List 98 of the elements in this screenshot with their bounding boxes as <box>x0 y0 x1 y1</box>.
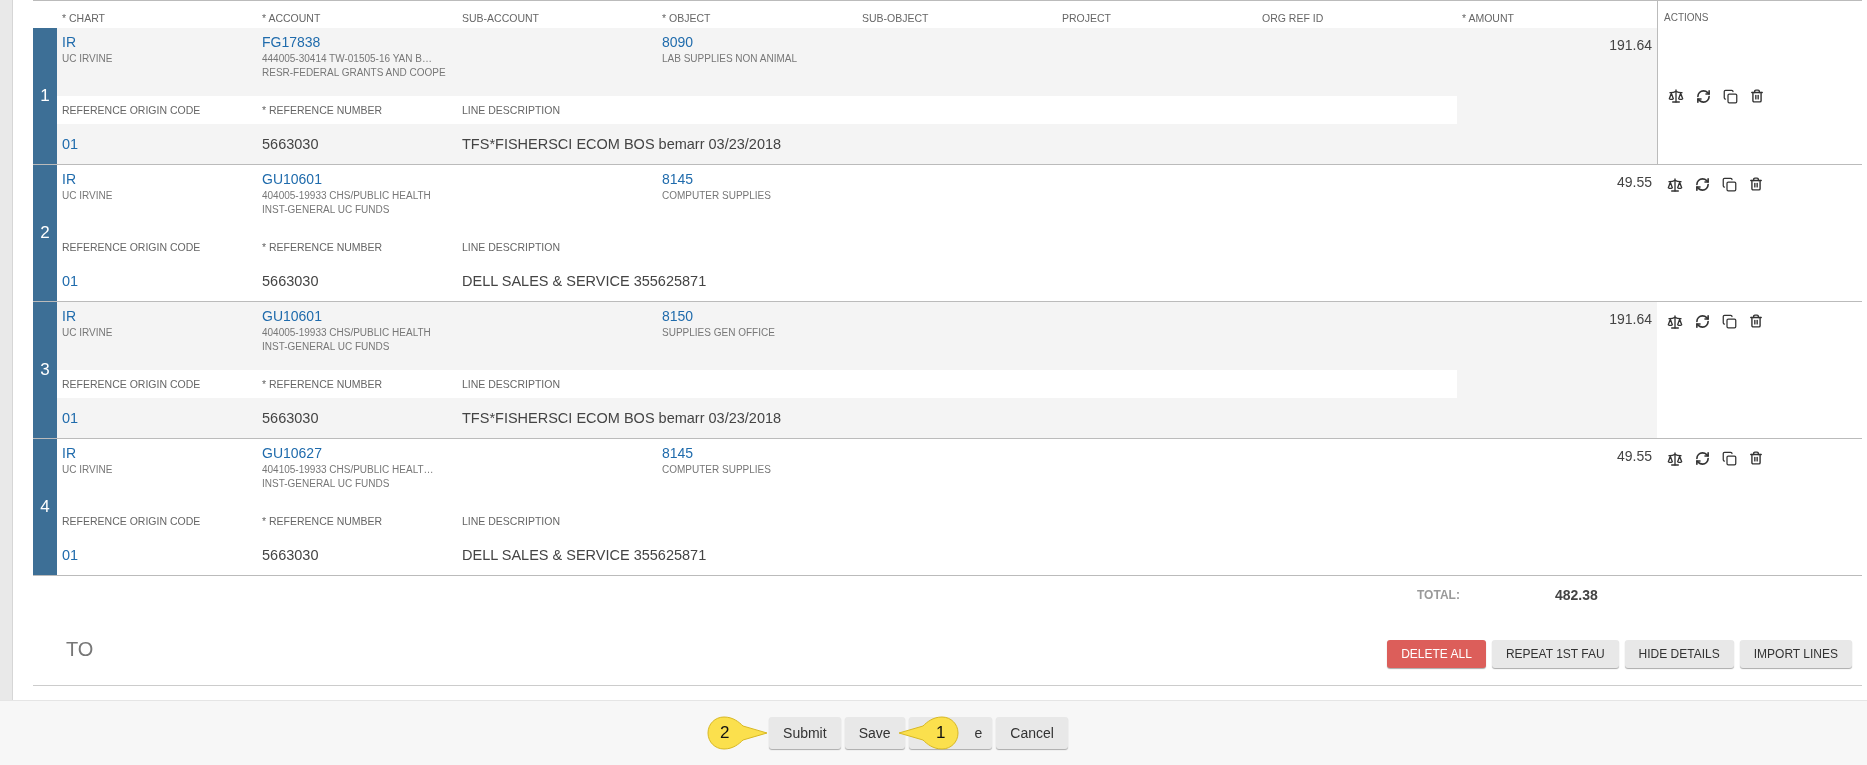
copy-icon[interactable] <box>1722 314 1737 329</box>
object-code[interactable]: 8150 <box>662 308 852 324</box>
account-code[interactable]: FG17838 <box>262 34 452 50</box>
field-label: * REFERENCE NUMBER <box>262 104 384 116</box>
action-button[interactable]: REPEAT 1ST FAU <box>1491 639 1619 668</box>
field-label: REFERENCE ORIGIN CODE <box>62 241 202 253</box>
scale-icon[interactable] <box>1667 177 1683 193</box>
section-title: TO <box>66 638 94 661</box>
line-description: DELL SALES & SERVICE 355625871 <box>462 547 708 563</box>
amount-value: 191.64 <box>1608 36 1653 53</box>
trash-icon[interactable] <box>1750 89 1764 103</box>
field-label: REFERENCE ORIGIN CODE <box>62 515 202 527</box>
chart-name: UC IRVINE <box>62 464 114 475</box>
line-description: TFS*FISHERSCI ECOM BOS bemarr 03/23/2018 <box>462 136 783 152</box>
column-header: * ACCOUNT <box>261 11 322 26</box>
object-name: COMPUTER SUPPLIES <box>662 190 772 201</box>
chart-code[interactable]: IR <box>62 171 252 187</box>
object-code[interactable]: 8145 <box>662 171 852 187</box>
reference-number: 5663030 <box>262 273 320 289</box>
line-description: DELL SALES & SERVICE 355625871 <box>462 273 708 289</box>
reference-number: 5663030 <box>262 547 320 563</box>
amount-value: 191.64 <box>1608 310 1653 327</box>
field-label: REFERENCE ORIGIN CODE <box>62 104 202 116</box>
object-code[interactable]: 8145 <box>662 445 852 461</box>
reference-origin-code[interactable]: 01 <box>62 136 262 152</box>
refresh-icon[interactable] <box>1696 88 1711 104</box>
column-header: PROJECT <box>1061 11 1112 26</box>
reference-number: 5663030 <box>262 136 320 152</box>
field-label: LINE DESCRIPTION <box>462 104 562 116</box>
footer-button[interactable]: Cancel <box>996 717 1068 749</box>
line-number: 2 <box>33 165 57 301</box>
field-label: * REFERENCE NUMBER <box>262 241 384 253</box>
copy-icon[interactable] <box>1722 451 1737 466</box>
object-name: SUPPLIES GEN OFFICE <box>662 327 776 338</box>
field-label: LINE DESCRIPTION <box>462 378 562 390</box>
chart-name: UC IRVINE <box>62 190 114 201</box>
reference-origin-code[interactable]: 01 <box>62 547 262 563</box>
callout-pointer <box>897 716 960 750</box>
column-header: ORG REF ID <box>1261 11 1325 26</box>
account-description: INST-GENERAL UC FUNDS <box>262 478 391 489</box>
account-description: 404005-19933 CHS/PUBLIC HEALTH <box>262 190 432 201</box>
account-description: 404005-19933 CHS/PUBLIC HEALTH <box>262 327 432 338</box>
chart-code[interactable]: IR <box>62 308 252 324</box>
footer-button[interactable]: Save <box>844 717 905 749</box>
refresh-icon[interactable] <box>1695 451 1710 466</box>
trash-icon[interactable] <box>1749 451 1763 465</box>
trash-icon[interactable] <box>1749 314 1763 328</box>
field-label: * REFERENCE NUMBER <box>262 515 384 527</box>
column-header: * OBJECT <box>661 11 712 26</box>
delete-all-button[interactable]: DELETE ALL <box>1387 639 1486 668</box>
amount-value: 49.55 <box>1615 173 1653 190</box>
column-header: * AMOUNT <box>1461 11 1515 26</box>
field-label: LINE DESCRIPTION <box>462 241 562 253</box>
field-label: LINE DESCRIPTION <box>462 515 562 527</box>
account-description: RESR-FEDERAL GRANTS AND COOPE <box>262 67 447 78</box>
reference-number: 5663030 <box>262 410 320 426</box>
reference-origin-code[interactable]: 01 <box>62 410 262 426</box>
line-number: 1 <box>33 28 57 164</box>
trash-icon[interactable] <box>1749 177 1763 191</box>
chart-code[interactable]: IR <box>62 34 252 50</box>
chart-name: UC IRVINE <box>62 327 114 338</box>
scale-icon[interactable] <box>1667 314 1683 330</box>
account-description: 444005-30414 TW-01505-16 YAN B… <box>262 53 433 64</box>
object-code[interactable]: 8090 <box>662 34 852 50</box>
refresh-icon[interactable] <box>1695 314 1710 329</box>
account-description: INST-GENERAL UC FUNDS <box>262 204 391 215</box>
reference-origin-code[interactable]: 01 <box>62 273 262 289</box>
copy-icon[interactable] <box>1723 88 1738 104</box>
action-button[interactable]: HIDE DETAILS <box>1624 639 1734 668</box>
column-header: SUB-OBJECT <box>861 11 930 26</box>
field-label: * REFERENCE NUMBER <box>262 378 384 390</box>
chart-code[interactable]: IR <box>62 445 252 461</box>
field-label: REFERENCE ORIGIN CODE <box>62 378 202 390</box>
chart-name: UC IRVINE <box>62 53 114 64</box>
line-number: 4 <box>33 439 57 575</box>
total-value: 482.38 <box>1554 587 1598 603</box>
object-name: COMPUTER SUPPLIES <box>662 464 772 475</box>
callout-number: 1 <box>936 723 946 743</box>
account-code[interactable]: GU10601 <box>262 308 452 324</box>
account-description: INST-GENERAL UC FUNDS <box>262 341 391 352</box>
line-number: 3 <box>33 302 57 438</box>
callout-pointer <box>707 716 770 750</box>
callout-number: 2 <box>720 723 730 743</box>
action-button[interactable]: IMPORT LINES <box>1739 639 1852 668</box>
scale-icon[interactable] <box>1667 451 1683 467</box>
amount-value: 49.55 <box>1615 447 1653 464</box>
scale-icon[interactable] <box>1668 88 1684 104</box>
copy-icon[interactable] <box>1722 177 1737 192</box>
footer-button[interactable]: Submit <box>769 717 841 749</box>
object-name: LAB SUPPLIES NON ANIMAL <box>662 53 799 64</box>
refresh-icon[interactable] <box>1695 177 1710 192</box>
column-header: SUB-ACCOUNT <box>461 11 540 26</box>
column-header: * CHART <box>61 11 106 26</box>
total-label: TOTAL: <box>1417 588 1460 602</box>
line-description: TFS*FISHERSCI ECOM BOS bemarr 03/23/2018 <box>462 410 783 426</box>
account-description: 404105-19933 CHS/PUBLIC HEALT… <box>262 464 435 475</box>
account-code[interactable]: GU10601 <box>262 171 452 187</box>
account-code[interactable]: GU10627 <box>262 445 452 461</box>
